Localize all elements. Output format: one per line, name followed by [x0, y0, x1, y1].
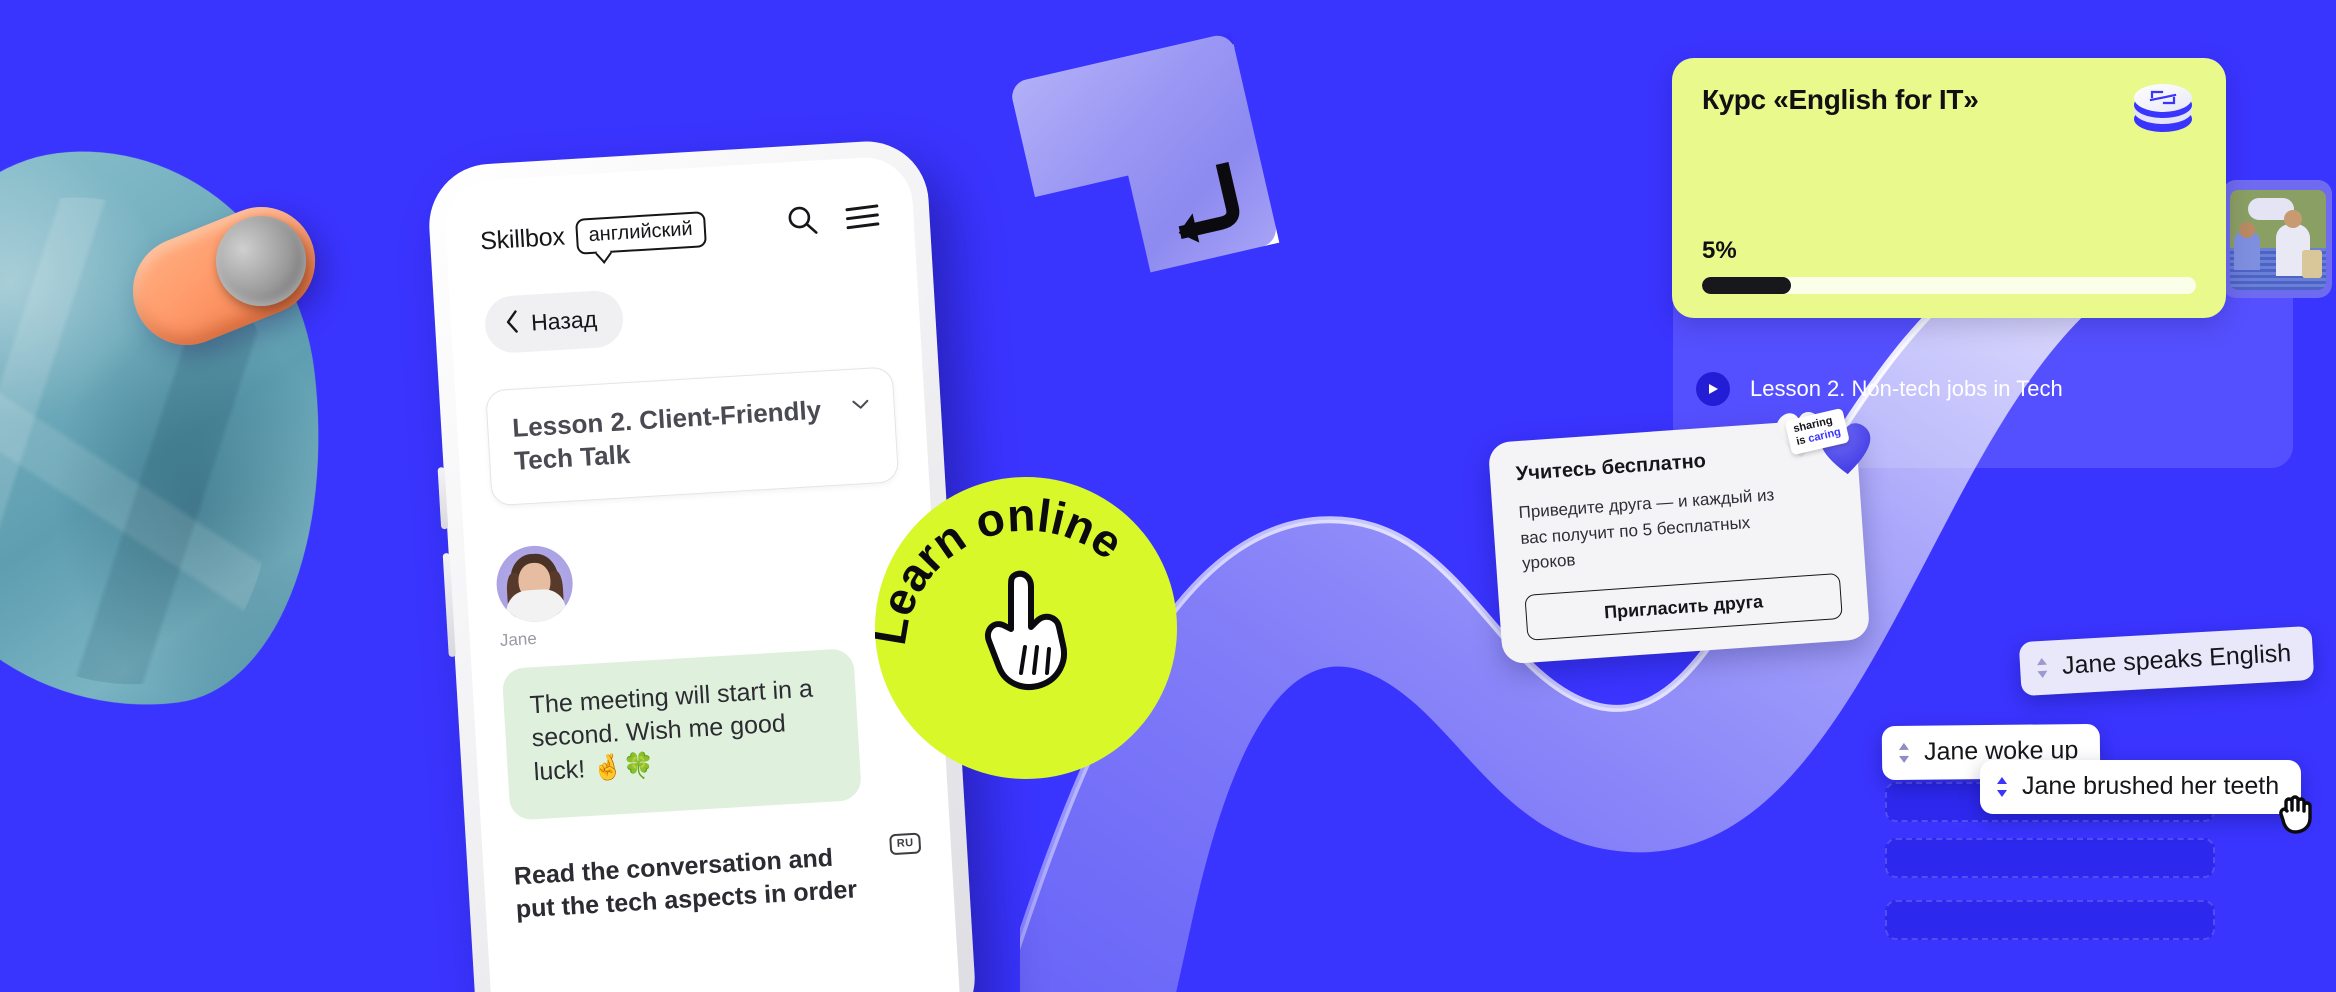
referral-card: Учитесь бесплатно Приведите друга — и ка… [1487, 417, 1871, 665]
enter-key-decoration [1009, 32, 1280, 294]
draggable-sentence-chip[interactable]: Jane brushed her teeth [1980, 760, 2302, 814]
pointing-hand-cursor-icon [985, 570, 1067, 690]
lesson-list-item-label: Lesson 2. Non-tech jobs in Tech [1750, 376, 2063, 401]
chip-label: Jane brushed her teeth [2022, 772, 2280, 800]
back-button-label: Назад [530, 305, 598, 336]
header-actions [785, 199, 881, 244]
course-progress-fill [1702, 277, 1791, 294]
play-icon[interactable] [1696, 372, 1730, 406]
chip-label: Jane speaks English [2061, 639, 2292, 680]
toggle-knob [202, 202, 320, 320]
course-progress-bar [1702, 277, 2196, 294]
lesson-list-item[interactable]: Lesson 2. Non-tech jobs in Tech [1696, 372, 2063, 406]
grab-hand-cursor-icon [2279, 795, 2312, 834]
drag-handle-icon[interactable] [1996, 776, 2008, 798]
lesson-selector-card[interactable]: Lesson 2. Client-Friendly Tech Talk [485, 366, 900, 506]
course-progress-card[interactable]: Курс «English for IT» 5% [1672, 58, 2226, 318]
task-text: Read the conversation and put the tech a… [513, 843, 858, 924]
message-bubble: The meeting will start in a second. Wish… [501, 647, 863, 821]
search-icon[interactable] [785, 202, 821, 243]
lesson-illustration-thumbnail[interactable] [2222, 180, 2332, 298]
course-title: Курс «English for IT» [1702, 84, 1979, 115]
chevron-down-icon[interactable] [851, 397, 870, 416]
draggable-sentence-chip[interactable]: Jane speaks English [2018, 625, 2315, 697]
task-translate-badge-icon[interactable]: RU [889, 832, 922, 856]
back-button[interactable]: Назад [483, 289, 625, 355]
brand-logo[interactable]: Skillbox английский [479, 210, 707, 260]
course-progress-label: 5% [1702, 237, 1737, 264]
lesson-title: Lesson 2. Client-Friendly Tech Talk [511, 394, 822, 476]
teal-rock-decoration [0, 125, 353, 735]
skillbox-coin-icon [2132, 84, 2196, 142]
hero-illustration: Skillbox английский Назад Lesson 2. Clie… [0, 0, 2336, 992]
message-bubble-row: RU The meeting will start in a second. W… [501, 640, 918, 821]
chevron-left-icon [504, 309, 520, 339]
hamburger-menu-icon[interactable] [845, 203, 881, 236]
avatar [494, 543, 575, 624]
drop-slot[interactable] [1885, 900, 2215, 940]
drag-handle-icon[interactable] [1898, 741, 1910, 763]
brand-name: Skillbox [479, 222, 566, 256]
course-progress-section: 5% [1702, 237, 2196, 294]
referral-body: Приведите друга — и каждый из вас получи… [1517, 485, 1775, 573]
learn-online-badge: Learn online [875, 477, 1177, 779]
sharing-is-caring-sticker: sharing is caring [1764, 396, 1882, 496]
drop-slot[interactable] [1885, 838, 2215, 878]
enter-key-body [1009, 32, 1280, 294]
drag-handle-icon[interactable] [2036, 656, 2049, 679]
course-card-header: Курс «English for IT» [1702, 84, 2196, 142]
task-instruction: RU Read the conversation and put the tec… [513, 832, 924, 926]
brand-language-tag: английский [574, 210, 707, 255]
invite-friend-button[interactable]: Пригласить друга [1524, 572, 1843, 641]
chat-message: Jane RU The meeting will start in a seco… [494, 524, 918, 821]
